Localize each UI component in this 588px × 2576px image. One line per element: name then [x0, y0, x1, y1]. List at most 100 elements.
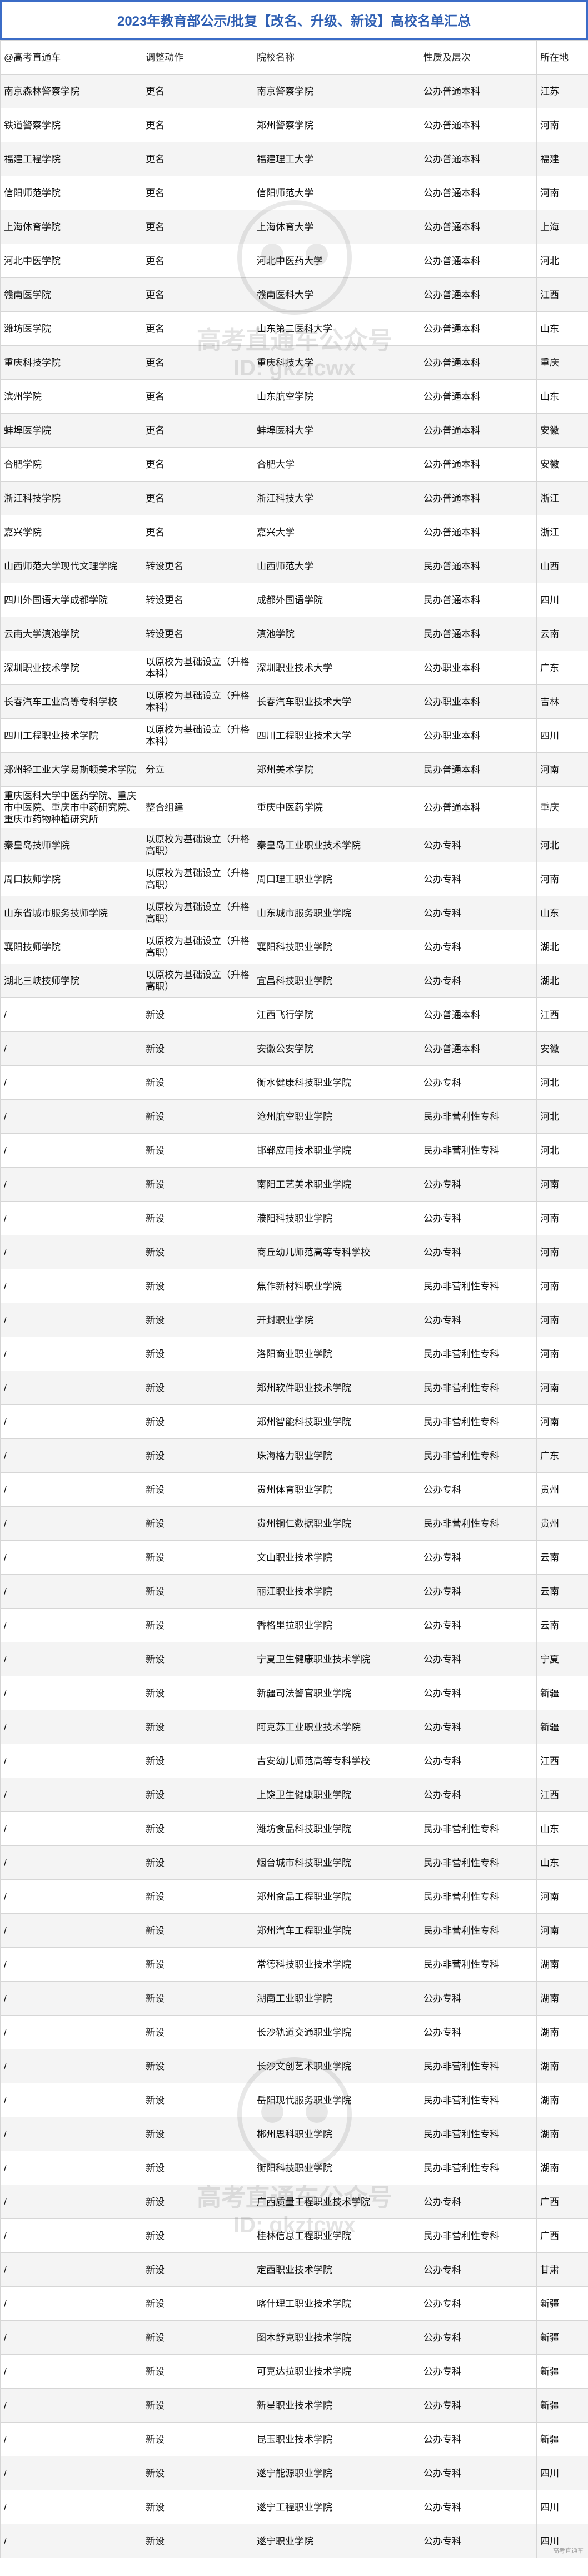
cell-location: 河南	[536, 1269, 588, 1303]
cell-school-name: 郑州美术学院	[253, 752, 420, 787]
cell-school-name: 常德科技职业技术学院	[253, 1947, 420, 1982]
cell-location: 河南	[536, 862, 588, 896]
cell-action: 更名	[142, 176, 253, 210]
cell-type-level: 民办非营利性专科	[420, 1438, 537, 1473]
cell-location: 山东	[536, 379, 588, 414]
cell-action: 新设	[142, 1337, 253, 1371]
header-row: @高考直通车 调整动作 院校名称 性质及层次 所在地	[0, 40, 588, 75]
table-row: 南京森林警察学院 更名 南京警察学院 公办普通本科 江苏	[0, 74, 588, 108]
cell-original-name: /	[0, 1404, 142, 1439]
table-row: / 新设 贵州铜仁数据职业学院 民办非营利性专科 贵州	[0, 1506, 588, 1541]
cell-school-name: 滇池学院	[253, 617, 420, 651]
cell-action: 以原校为基础设立（升格高职）	[142, 964, 253, 998]
cell-original-name: 铁道警察学院	[0, 108, 142, 142]
cell-action: 更名	[142, 447, 253, 482]
cell-original-name: 郑州轻工业大学易斯顿美术学院	[0, 752, 142, 787]
cell-type-level: 公办专科	[420, 2422, 537, 2456]
cell-action: 更名	[142, 345, 253, 380]
cell-original-name: /	[0, 1303, 142, 1337]
cell-school-name: 湖南工业职业学院	[253, 1981, 420, 2016]
cell-school-name: 遂宁能源职业学院	[253, 2456, 420, 2490]
table-row: / 新设 新星职业技术学院 公办专科 新疆	[0, 2388, 588, 2423]
cell-school-name: 阿克苏工业职业技术学院	[253, 1710, 420, 1744]
cell-location: 四川	[536, 2490, 588, 2524]
table-row: / 新设 江西飞行学院 公办普通本科 江西	[0, 997, 588, 1032]
cell-type-level: 民办非营利性专科	[420, 1506, 537, 1541]
cell-location: 新疆	[536, 2320, 588, 2355]
cell-location: 河南	[536, 1337, 588, 1371]
cell-location: 河北	[536, 1133, 588, 1168]
cell-type-level: 公办普通本科	[420, 481, 537, 515]
cell-school-name: 珠海格力职业学院	[253, 1438, 420, 1473]
cell-action: 新设	[142, 2456, 253, 2490]
cell-location: 新疆	[536, 1710, 588, 1744]
table-row: 四川外国语大学成都学院 转设更名 成都外国语学院 民办普通本科 四川	[0, 583, 588, 617]
cell-original-name: 福建工程学院	[0, 142, 142, 176]
cell-type-level: 公办专科	[420, 2185, 537, 2219]
cell-location: 重庆	[536, 786, 588, 828]
cell-action: 新设	[142, 1879, 253, 1914]
cell-type-level: 公办专科	[420, 1574, 537, 1609]
cell-type-level: 公办专科	[420, 1303, 537, 1337]
cell-action: 新设	[142, 1371, 253, 1405]
table-row: / 新设 桂林信息工程职业学院 民办非营利性专科 广西	[0, 2218, 588, 2253]
cell-action: 以原校为基础设立（升格高职）	[142, 930, 253, 964]
cell-original-name: /	[0, 2185, 142, 2219]
cell-action: 以原校为基础设立（升格本科）	[142, 651, 253, 685]
cell-original-name: /	[0, 1438, 142, 1473]
cell-location: 四川	[536, 583, 588, 617]
cell-school-name: 香格里拉职业学院	[253, 1608, 420, 1642]
cell-type-level: 公办普通本科	[420, 244, 537, 278]
cell-location: 广西	[536, 2218, 588, 2253]
cell-type-level: 公办专科	[420, 1676, 537, 1710]
cell-action: 新设	[142, 1947, 253, 1982]
cell-location: 上海	[536, 210, 588, 244]
cell-action: 新设	[142, 1744, 253, 1778]
cell-action: 以原校为基础设立（升格高职）	[142, 828, 253, 862]
cell-location: 贵州	[536, 1472, 588, 1507]
cell-original-name: 赣南医学院	[0, 277, 142, 312]
cell-location: 山西	[536, 549, 588, 583]
cell-type-level: 公办专科	[420, 896, 537, 930]
cell-type-level: 民办非营利性专科	[420, 2049, 537, 2083]
cell-original-name: /	[0, 1337, 142, 1371]
cell-type-level: 民办非营利性专科	[420, 1371, 537, 1405]
cell-school-name: 成都外国语学院	[253, 583, 420, 617]
cell-action: 以原校为基础设立（升格高职）	[142, 862, 253, 896]
table-row: / 新设 宁夏卫生健康职业技术学院 公办专科 宁夏	[0, 1642, 588, 1676]
cell-action: 新设	[142, 1540, 253, 1575]
cell-type-level: 公办普通本科	[420, 997, 537, 1032]
cell-school-name: 上饶卫生健康职业学院	[253, 1778, 420, 1812]
table-row: / 新设 文山职业技术学院 公办专科 云南	[0, 1540, 588, 1575]
cell-action: 新设	[142, 1981, 253, 2016]
cell-type-level: 公办普通本科	[420, 176, 537, 210]
cell-action: 新设	[142, 1235, 253, 1269]
cell-school-name: 长沙文创艺术职业学院	[253, 2049, 420, 2083]
cell-school-name: 喀什理工职业技术学院	[253, 2286, 420, 2321]
table-row: 福建工程学院 更名 福建理工大学 公办普通本科 福建	[0, 142, 588, 176]
cell-action: 新设	[142, 997, 253, 1032]
cell-school-name: 可克达拉职业技术学院	[253, 2354, 420, 2389]
cell-school-name: 烟台城市科技职业学院	[253, 1845, 420, 1880]
cell-action: 以原校为基础设立（升格本科）	[142, 718, 253, 753]
cell-school-name: 广西质量工程职业技术学院	[253, 2185, 420, 2219]
cell-original-name: /	[0, 1845, 142, 1880]
cell-original-name: /	[0, 1744, 142, 1778]
cell-location: 江西	[536, 1778, 588, 1812]
cell-school-name: 山东城市服务职业学院	[253, 896, 420, 930]
cell-location: 山东	[536, 311, 588, 346]
table-row: / 新设 珠海格力职业学院 民办非营利性专科 广东	[0, 1438, 588, 1473]
cell-action: 新设	[142, 1845, 253, 1880]
cell-location: 云南	[536, 617, 588, 651]
cell-original-name: /	[0, 2388, 142, 2423]
cell-action: 分立	[142, 752, 253, 787]
cell-action: 新设	[142, 2490, 253, 2524]
cell-school-name: 嘉兴大学	[253, 515, 420, 549]
cell-type-level: 民办非营利性专科	[420, 1879, 537, 1914]
cell-original-name: 重庆医科大学中医药学院、重庆市中医院、重庆市中药研究院、重庆市药物种植研究所	[0, 786, 142, 828]
cell-original-name: /	[0, 1608, 142, 1642]
cell-original-name: 山东省城市服务技师学院	[0, 896, 142, 930]
cell-type-level: 公办普通本科	[420, 277, 537, 312]
table-row: 周口技师学院 以原校为基础设立（升格高职） 周口理工职业学院 公办专科 河南	[0, 862, 588, 896]
cell-school-name: 襄阳科技职业学院	[253, 930, 420, 964]
